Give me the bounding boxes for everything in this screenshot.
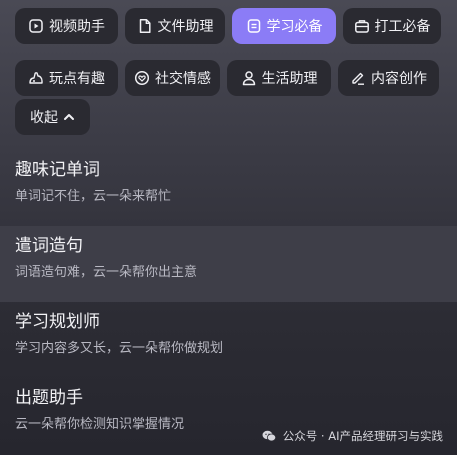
chip-label: 学习必备: [266, 19, 323, 35]
chip-life-assistant[interactable]: 生活助理: [227, 60, 331, 96]
list-item[interactable]: 学习规划师 学习内容多又长，云一朵帮你做规划: [0, 302, 457, 378]
item-description: 单词记不住，云一朵来帮忙: [15, 189, 172, 204]
collapse-label: 收起: [30, 110, 58, 126]
category-chips: 视频助手 文件助理 学习必备 打工必备 玩点有趣 社交情感 生活助理 内容创作: [15, 8, 455, 112]
game-icon: [28, 70, 44, 86]
item-title: 遣词造句: [15, 236, 83, 256]
chip-social-emotion[interactable]: 社交情感: [125, 60, 220, 96]
assistant-list: 趣味记单词 单词记不住，云一朵来帮忙 遣词造句 词语造句难，云一朵帮你出主意 学…: [0, 150, 457, 454]
watermark: 公众号 · AI产品经理研习与实践: [261, 428, 443, 444]
pen-icon: [350, 70, 366, 86]
collapse-button[interactable]: 收起: [15, 99, 90, 135]
list-item[interactable]: 趣味记单词 单词记不住，云一朵来帮忙: [0, 150, 457, 226]
wechat-icon: [261, 428, 277, 444]
video-icon: [28, 18, 44, 34]
chip-video-assistant[interactable]: 视频助手: [15, 8, 118, 44]
heart-icon: [134, 70, 150, 86]
list-item[interactable]: 遣词造句 词语造句难，云一朵帮你出主意: [0, 226, 457, 302]
chip-label: 生活助理: [261, 71, 318, 87]
watermark-text: 公众号 · AI产品经理研习与实践: [282, 429, 443, 443]
chip-label: 社交情感: [155, 71, 211, 87]
chip-work-essentials[interactable]: 打工必备: [343, 8, 441, 44]
item-description: 词语造句难，云一朵帮你出主意: [15, 265, 198, 280]
book-icon: [246, 18, 262, 34]
document-icon: [137, 18, 153, 34]
item-description: 学习内容多又长，云一朵帮你做规划: [15, 341, 224, 356]
person-icon: [241, 70, 257, 86]
chip-content-creation[interactable]: 内容创作: [338, 60, 439, 96]
chip-label: 文件助理: [157, 19, 214, 35]
chip-label: 玩点有趣: [49, 71, 105, 87]
item-title: 出题助手: [15, 388, 83, 408]
chip-row-2: 玩点有趣 社交情感 生活助理 内容创作: [15, 60, 455, 96]
briefcase-icon: [354, 18, 370, 34]
chip-row-1: 视频助手 文件助理 学习必备 打工必备: [15, 8, 455, 44]
chip-file-assistant[interactable]: 文件助理: [125, 8, 225, 44]
chip-label: 打工必备: [374, 19, 431, 35]
chip-study-essentials[interactable]: 学习必备: [232, 8, 336, 44]
item-title: 趣味记单词: [15, 160, 100, 180]
item-title: 学习规划师: [15, 312, 100, 332]
chip-label: 内容创作: [371, 71, 427, 87]
chevron-up-icon: [63, 111, 75, 123]
chip-fun[interactable]: 玩点有趣: [15, 60, 118, 96]
chip-label: 视频助手: [49, 19, 105, 35]
